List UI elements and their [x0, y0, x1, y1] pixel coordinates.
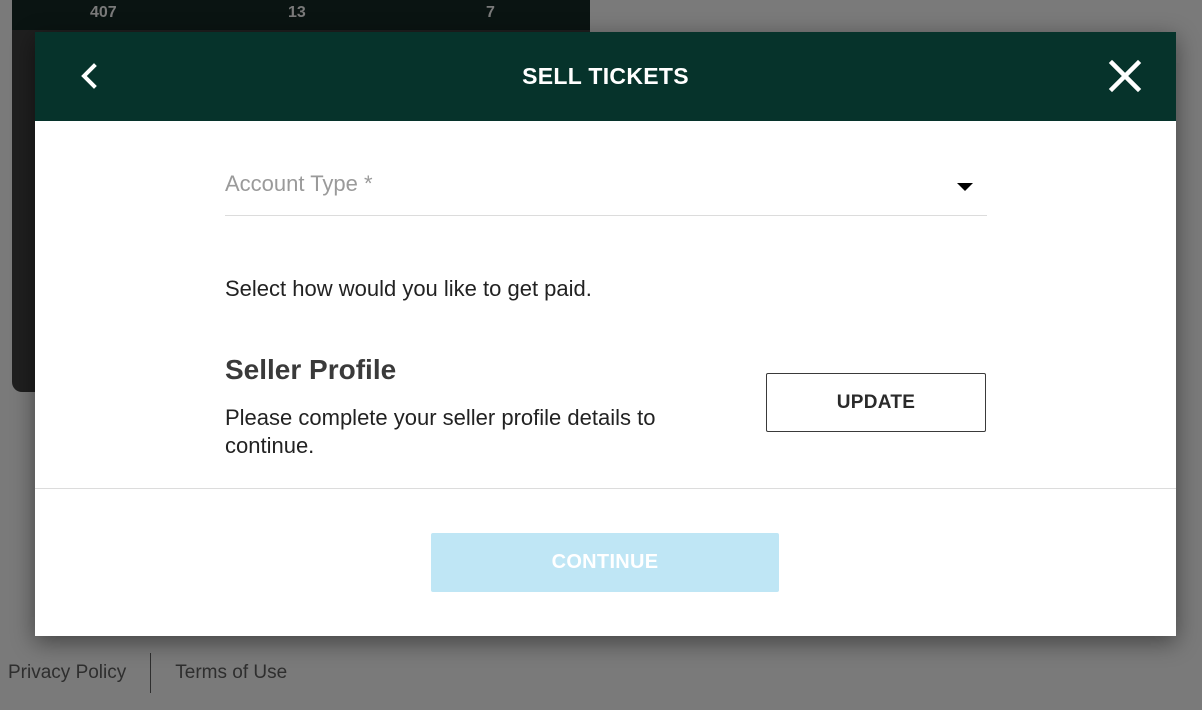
background-stat: 13 [288, 4, 306, 21]
account-type-label: Account Type * [225, 171, 373, 196]
seller-profile-description: Please complete your seller profile deta… [225, 405, 656, 458]
modal-header: SELL TICKETS [35, 32, 1176, 121]
background-stat: 7 [486, 4, 495, 21]
modal-title: SELL TICKETS [522, 63, 689, 89]
account-type-select[interactable]: Account Type * [225, 153, 987, 216]
sell-tickets-modal: SELL TICKETS Account Type * Select how w… [35, 32, 1176, 636]
close-button[interactable] [1107, 58, 1143, 94]
seller-profile-heading: Seller Profile [225, 354, 397, 385]
close-icon [1108, 59, 1142, 93]
back-button[interactable] [71, 54, 111, 98]
account-type-helper: Select how would you like to get paid. [225, 276, 592, 301]
background-stats-bar: 407 13 7 [12, 0, 590, 30]
chevron-left-icon [81, 63, 97, 89]
modal-footer-divider [35, 488, 1176, 489]
update-profile-button[interactable]: UPDATE [766, 373, 986, 432]
continue-button[interactable]: CONTINUE [431, 533, 779, 592]
caret-down-icon [957, 183, 973, 191]
footer-divider [150, 653, 152, 693]
background-footer: Privacy Policy Terms of Use [0, 650, 287, 696]
privacy-policy-link[interactable]: Privacy Policy [8, 662, 126, 684]
background-stat: 407 [90, 4, 117, 21]
terms-of-use-link[interactable]: Terms of Use [175, 662, 287, 684]
